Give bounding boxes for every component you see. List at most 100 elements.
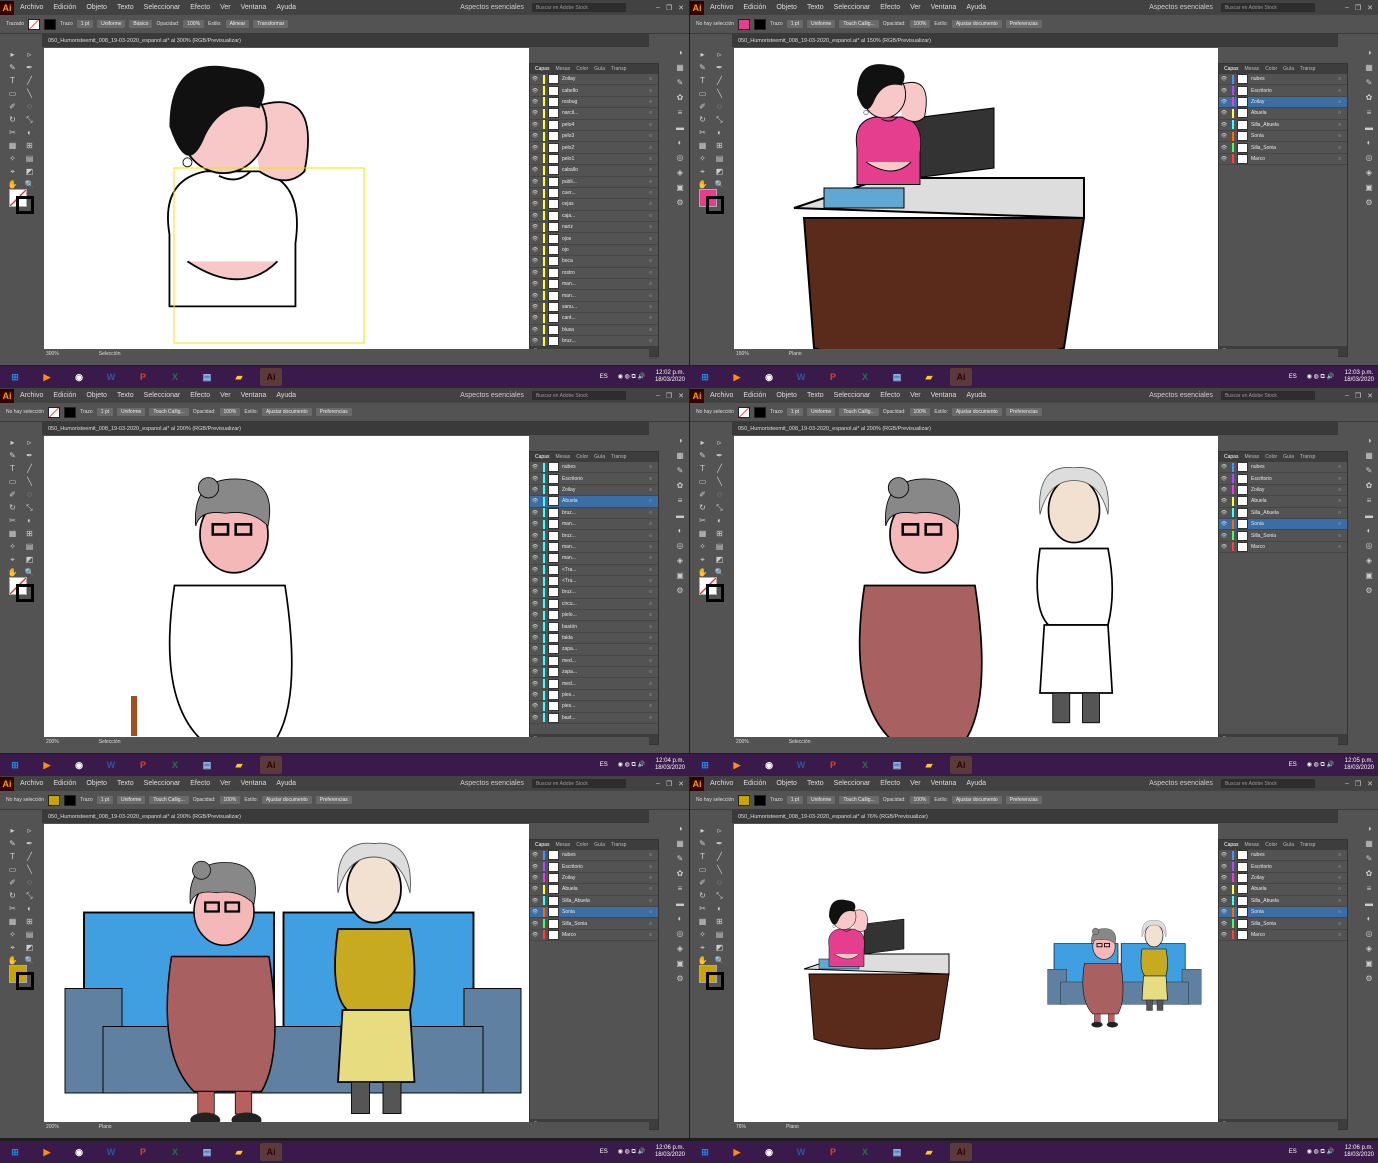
layer-row[interactable]: 👁 bruz... ○ [530,530,658,542]
slice-tool-icon[interactable]: ◩ [26,167,34,176]
search-input[interactable]: Buscar en Adobe Stock [1220,391,1315,400]
layer-row[interactable]: 👁 Zoilay ○ [1219,872,1347,885]
target-circle-icon[interactable]: ○ [649,338,652,344]
excel-icon[interactable]: X [854,368,876,386]
search-input[interactable]: Buscar en Adobe Stock [531,391,626,400]
search-input[interactable]: Buscar en Adobe Stock [531,779,626,788]
target-circle-icon[interactable]: ○ [649,498,652,504]
pen-tool-icon[interactable]: ✎ [699,63,706,72]
target-circle-icon[interactable]: ○ [649,692,652,698]
layer-row[interactable]: 👁 nubes ○ [1219,462,1347,474]
layers-icon[interactable]: ◈ [677,944,683,953]
media-player-icon[interactable]: ▶ [36,368,58,386]
layer-row[interactable]: 👁 Zoilay ○ [530,872,658,885]
visibility-eye-icon[interactable]: 👁 [1219,88,1229,94]
layer-row[interactable]: 👁 Silla_Abuela ○ [1219,895,1347,907]
menu-item-4[interactable]: Seleccionar [144,392,181,399]
stroke-profile[interactable]: Uniforme [807,796,836,804]
rectangle-tool-icon[interactable]: ▭ [699,477,707,486]
paintbrush-tool-icon[interactable]: ╲ [717,89,722,98]
curvature-tool-icon[interactable]: ✒ [716,839,723,848]
fill-swatch[interactable] [48,794,61,806]
word-icon[interactable]: W [790,756,812,774]
stroke-icon[interactable]: ≡ [678,496,683,505]
gradient-icon[interactable]: ▬ [676,511,684,520]
stroke-profile[interactable]: Uniforme [117,408,146,416]
appearance-icon[interactable]: ◎ [1366,929,1373,938]
layer-row[interactable]: 👁 Zoilay ○ [530,484,658,497]
visibility-eye-icon[interactable]: 👁 [530,133,540,139]
target-circle-icon[interactable]: ○ [649,179,652,185]
slice-tool-icon[interactable]: ◩ [716,943,724,952]
layer-row[interactable]: 👁 man... ○ [530,553,658,565]
target-circle-icon[interactable]: ○ [649,909,652,915]
target-circle-icon[interactable]: ○ [1338,76,1341,82]
curvature-tool-icon[interactable]: ✒ [26,63,33,72]
layers-tab-2[interactable]: Color [1265,842,1277,848]
visibility-eye-icon[interactable]: 👁 [530,88,540,94]
layer-row[interactable]: 👁 nubes ○ [1219,74,1347,86]
layer-row[interactable]: 👁 Abuela ○ [1219,884,1347,896]
target-circle-icon[interactable]: ○ [1338,510,1341,516]
stroke-icon[interactable]: ≡ [678,884,683,893]
word-icon[interactable]: W [790,1143,812,1161]
excel-icon[interactable]: X [164,368,186,386]
color-panel-icon[interactable]: ◑ [678,436,683,445]
brushes-icon[interactable]: ✎ [677,854,684,863]
menu-item-1[interactable]: Edición [53,780,76,787]
visibility-eye-icon[interactable]: 👁 [1219,898,1229,904]
layer-row[interactable]: 👁 pies... ○ [530,701,658,713]
menu-item-0[interactable]: Archivo [20,780,43,787]
symbol-tool-icon[interactable]: ✧ [699,542,706,551]
close-icon[interactable]: ✕ [678,392,684,400]
menu-item-0[interactable]: Archivo [20,4,43,11]
layers-icon[interactable]: ◈ [1366,168,1372,177]
powerpoint-icon[interactable]: P [132,1143,154,1161]
visibility-eye-icon[interactable]: 👁 [530,681,540,687]
layers-tab-3[interactable]: Guía [594,842,605,848]
scale-tool-icon[interactable]: ⤡ [26,891,32,901]
target-circle-icon[interactable]: ○ [649,236,652,242]
target-circle-icon[interactable]: ○ [649,669,652,675]
pencil-tool-icon[interactable]: ✐ [9,490,16,499]
visibility-eye-icon[interactable]: 👁 [1219,886,1229,892]
menu-item-2[interactable]: Objeto [776,780,797,787]
layer-row[interactable]: 👁 Escritorio ○ [1219,473,1347,485]
scissors-tool-icon[interactable]: ✂ [9,128,16,137]
powerpoint-icon[interactable]: P [822,1143,844,1161]
menu-item-1[interactable]: Edición [53,4,76,11]
document-setup-button[interactable]: Ajustar documento [951,408,1002,416]
visibility-eye-icon[interactable]: 👁 [530,327,540,333]
visibility-eye-icon[interactable]: 👁 [530,909,540,915]
document-tab[interactable]: 050_Humoristeemit_008_19-03-2020_espanol… [732,422,1338,435]
menu-item-4[interactable]: Seleccionar [144,780,181,787]
menu-item-3[interactable]: Texto [117,392,134,399]
layer-row[interactable]: 👁 cejas ○ [530,199,658,211]
restore-icon[interactable]: ❐ [666,392,672,400]
visibility-eye-icon[interactable]: 👁 [530,464,540,470]
minimize-icon[interactable]: – [656,780,660,788]
target-circle-icon[interactable]: ○ [649,327,652,333]
target-circle-icon[interactable]: ○ [649,122,652,128]
graph-tool-icon[interactable]: ▤ [26,930,34,939]
visibility-eye-icon[interactable]: 👁 [530,521,540,527]
target-circle-icon[interactable]: ○ [649,145,652,151]
selection-tool-icon[interactable]: ▸ [10,50,14,59]
close-icon[interactable]: ✕ [1367,392,1373,400]
layer-row[interactable]: 👁 cuer... ○ [530,188,658,200]
artboards-icon[interactable]: ▣ [1365,571,1373,580]
target-circle-icon[interactable]: ○ [649,555,652,561]
paintbrush-tool-icon[interactable]: ╲ [717,865,722,874]
color-panel-icon[interactable]: ◑ [1367,436,1372,445]
layers-tab-3[interactable]: Guía [1283,66,1294,72]
layer-row[interactable]: 👁 Abuela ○ [1219,496,1347,508]
word-icon[interactable]: W [100,1143,122,1161]
excel-icon[interactable]: X [164,1143,186,1161]
visibility-eye-icon[interactable]: 👁 [530,852,540,858]
target-circle-icon[interactable]: ○ [1338,133,1341,139]
document-tab[interactable]: 050_Humoristeemit_008_19-03-2020_espanol… [42,422,649,435]
symbols-icon[interactable]: ✿ [677,481,684,490]
graph-tool-icon[interactable]: ▤ [26,542,34,551]
layer-row[interactable]: 👁 Zoilay ○ [1219,96,1347,109]
layer-row[interactable]: 👁 Silla_Sonia ○ [1219,142,1347,154]
